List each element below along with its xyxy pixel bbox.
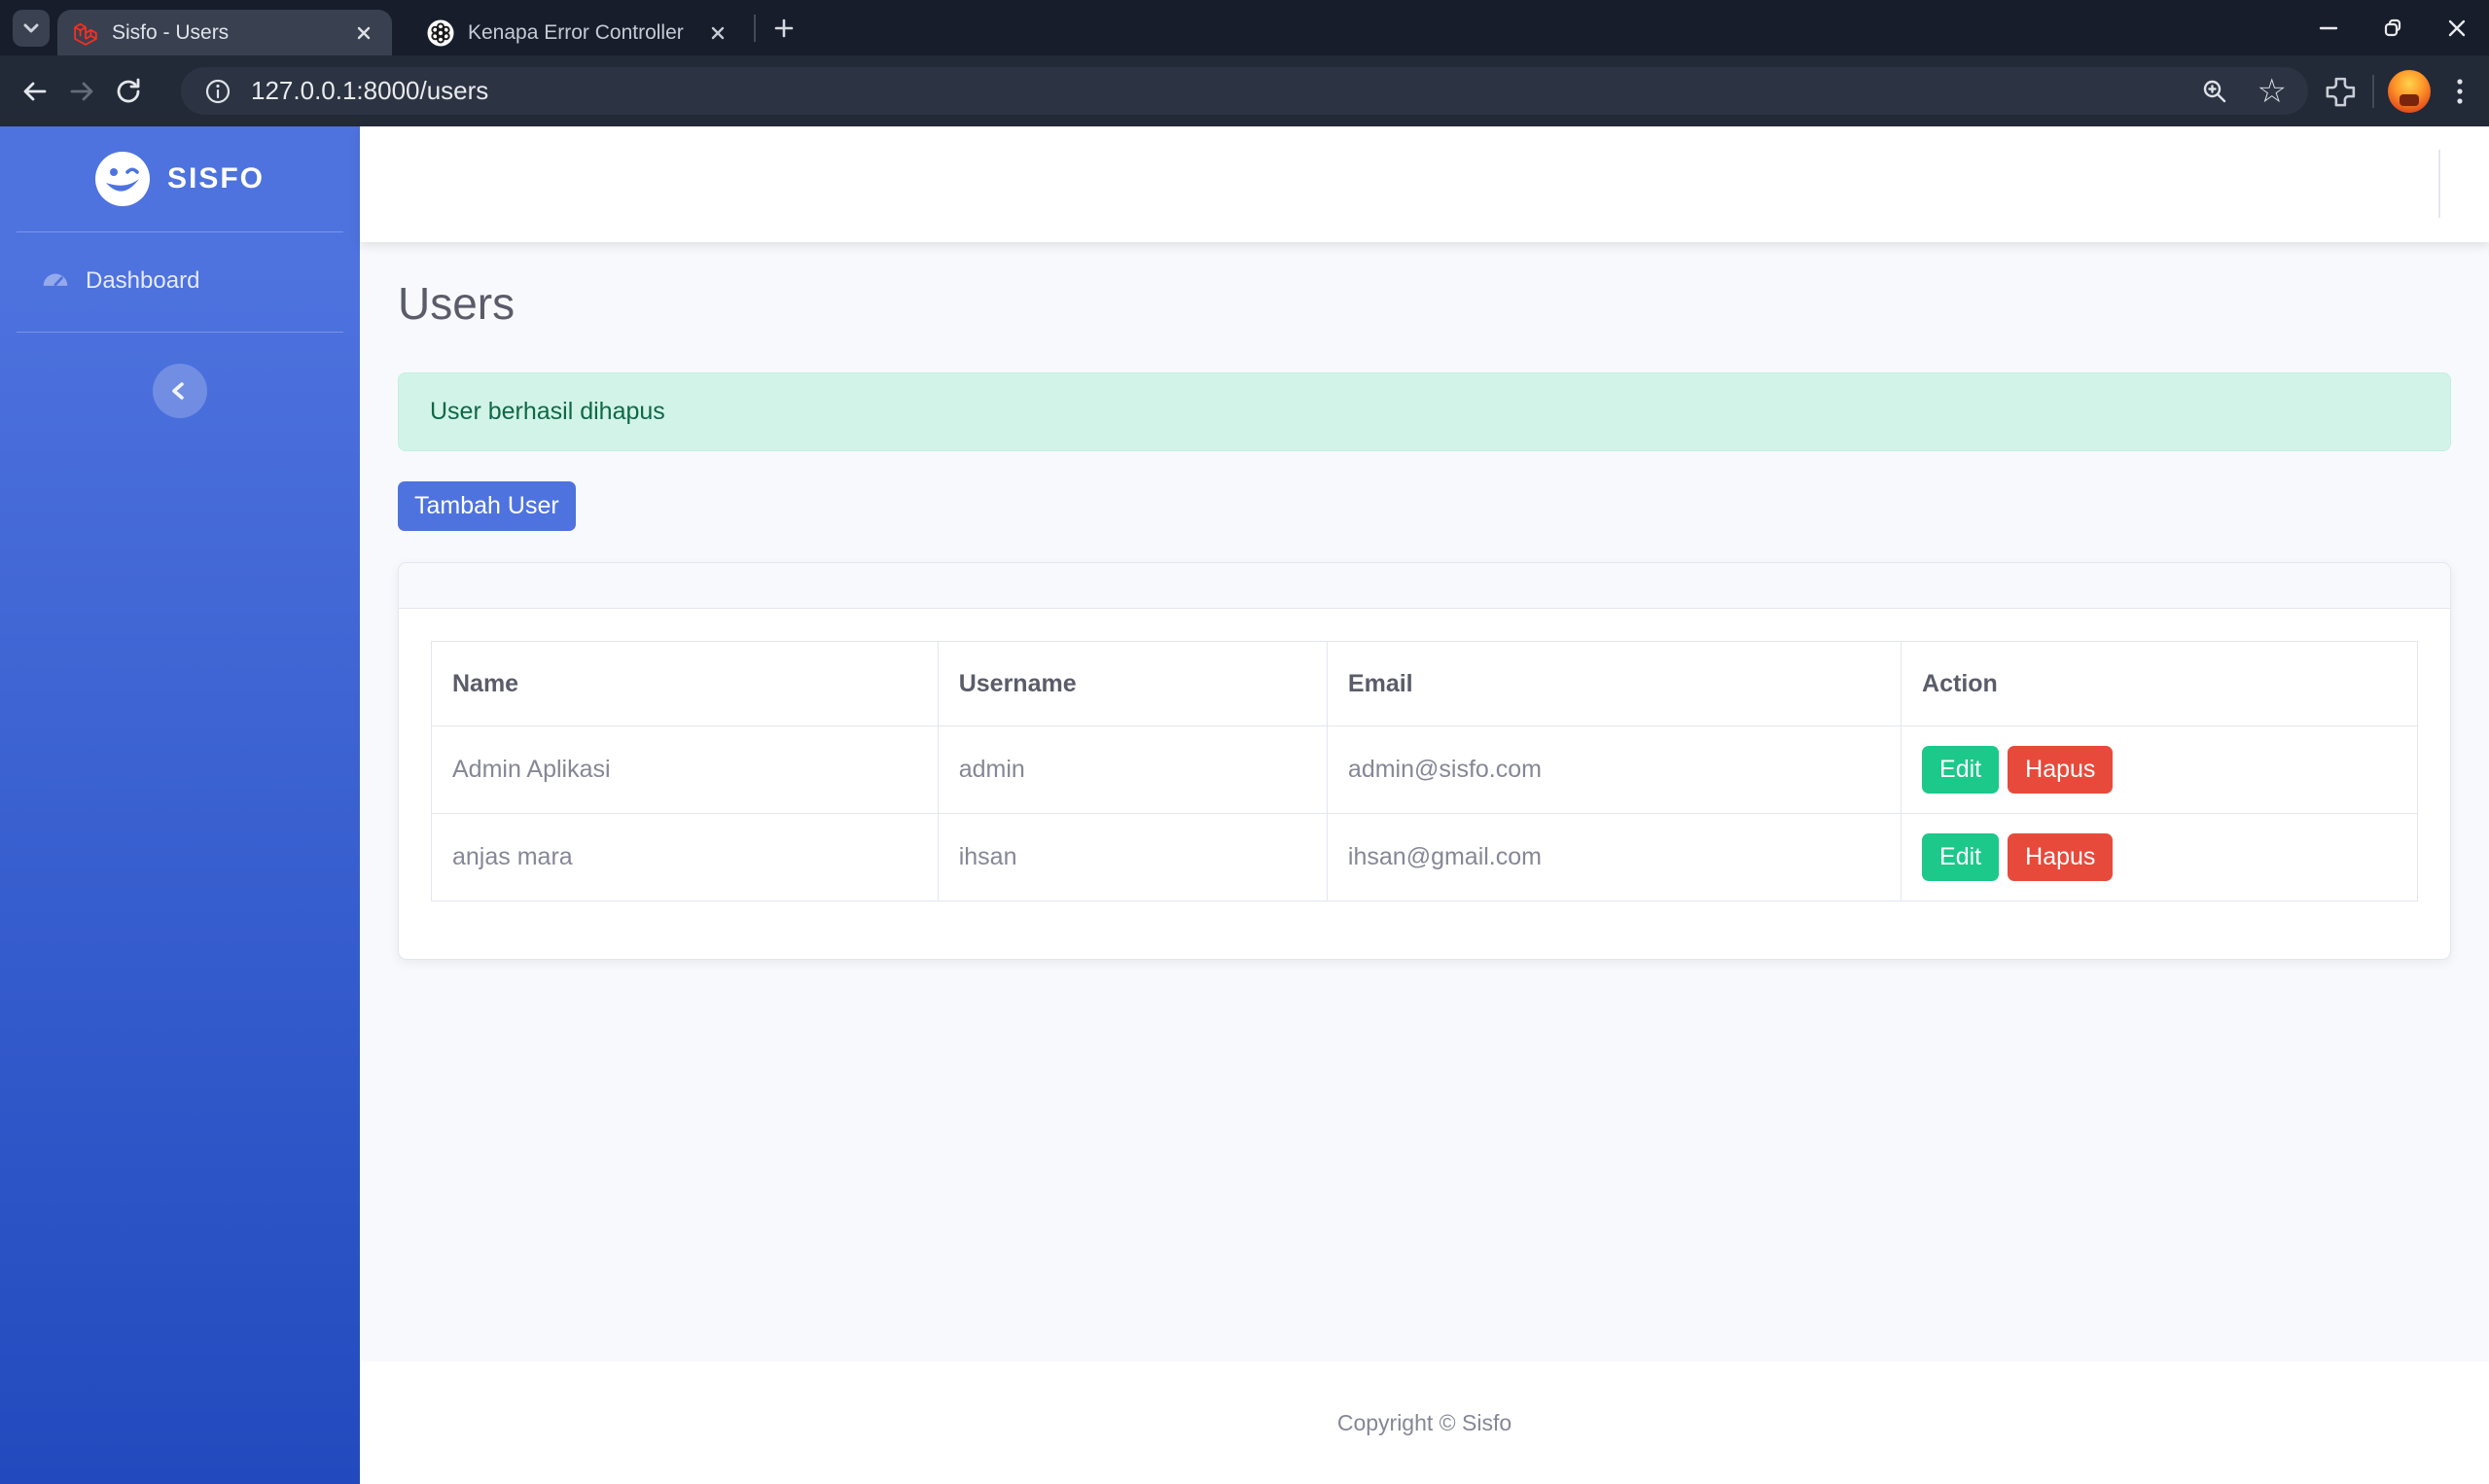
bookmark-star-icon[interactable]: ☆	[2258, 75, 2287, 108]
browser-toolbar: 127.0.0.1:8000/users ☆	[0, 55, 2489, 126]
cell-email: admin@sisfo.com	[1326, 725, 1902, 814]
tab-close-icon[interactable]	[703, 18, 732, 48]
laravel-favicon-icon	[73, 20, 98, 46]
avatar-detail	[2400, 93, 2419, 106]
page-footer: Copyright © Sisfo	[360, 1361, 2489, 1484]
window-controls	[2296, 0, 2489, 55]
address-bar[interactable]: 127.0.0.1:8000/users ☆	[181, 67, 2308, 115]
column-header-name: Name	[431, 641, 939, 726]
chevron-down-icon	[18, 15, 45, 42]
tab-search-button[interactable]	[13, 10, 50, 47]
cell-username: admin	[937, 725, 1328, 814]
sidebar-divider	[17, 332, 343, 333]
add-user-button[interactable]: Tambah User	[398, 481, 576, 531]
tab-sisfo-users[interactable]: Sisfo - Users	[57, 10, 392, 55]
table-header-row: Name Username Email Action	[431, 641, 2418, 726]
tab-close-icon[interactable]	[349, 18, 378, 48]
sidebar-item-dashboard[interactable]: Dashboard	[0, 252, 360, 310]
card-header	[399, 563, 2450, 609]
extensions-puzzle-icon[interactable]	[2324, 74, 2359, 109]
tab-title: Sisfo - Users	[112, 20, 230, 44]
restore-button[interactable]	[2361, 0, 2425, 55]
cell-username: ihsan	[937, 813, 1328, 901]
success-alert: User berhasil dihapus	[398, 372, 2451, 451]
column-header-action: Action	[1901, 641, 2418, 726]
tab-title: Kenapa Error Controller	[468, 20, 684, 44]
minimize-button[interactable]	[2296, 0, 2361, 55]
sidebar-item-label: Dashboard	[86, 267, 200, 294]
sidebar-brand[interactable]: SISFO	[0, 126, 360, 231]
tachometer-icon	[41, 266, 70, 296]
users-card: Name Username Email Action Admin Aplikas…	[398, 562, 2451, 960]
browser-menu-icon[interactable]	[2442, 70, 2477, 113]
cell-actions: Edit Hapus	[1901, 725, 2418, 814]
topbar-divider	[2438, 150, 2440, 218]
cell-email: ihsan@gmail.com	[1326, 813, 1902, 901]
app-body: SISFO Dashboard Users User berhasil diha…	[0, 126, 2489, 1484]
cell-name: anjas mara	[431, 813, 939, 901]
chevron-left-icon	[164, 375, 196, 406]
back-button[interactable]	[14, 70, 56, 113]
page-content: Users User berhasil dihapus Tambah User	[360, 242, 2489, 1361]
delete-button[interactable]: Hapus	[2008, 833, 2114, 881]
zoom-icon[interactable]	[2199, 76, 2230, 107]
site-info-icon[interactable]	[202, 76, 233, 107]
brand-name: SISFO	[166, 162, 265, 194]
topbar	[360, 126, 2489, 242]
browser-window: Sisfo - Users Kenapa Error Controller 12…	[0, 0, 2489, 1484]
tab-strip: Sisfo - Users Kenapa Error Controller	[0, 0, 2489, 55]
copyright-text: Copyright © Sisfo	[1336, 1409, 1512, 1435]
table-row: Admin Aplikasi admin admin@sisfo.com Edi…	[431, 725, 2418, 814]
sidebar-divider	[17, 231, 343, 232]
cell-actions: Edit Hapus	[1901, 813, 2418, 901]
sidebar: SISFO Dashboard	[0, 126, 360, 1484]
new-tab-button[interactable]	[765, 10, 802, 47]
openai-favicon-icon	[427, 19, 454, 47]
column-header-username: Username	[937, 641, 1328, 726]
reload-button[interactable]	[107, 70, 150, 113]
table-row: anjas mara ihsan ihsan@gmail.com Edit Hap…	[431, 813, 2418, 901]
tab-separator	[754, 15, 756, 42]
sidebar-collapse-button[interactable]	[153, 364, 207, 418]
card-body: Name Username Email Action Admin Aplikas…	[399, 609, 2450, 959]
delete-button[interactable]: Hapus	[2008, 746, 2114, 794]
toolbar-right	[2324, 69, 2477, 113]
column-header-email: Email	[1326, 641, 1902, 726]
profile-avatar[interactable]	[2388, 69, 2431, 113]
tab-kenapa-error-controller[interactable]: Kenapa Error Controller	[411, 10, 746, 55]
users-table: Name Username Email Action Admin Aplikas…	[431, 641, 2418, 901]
edit-button[interactable]: Edit	[1922, 833, 2000, 881]
toolbar-divider	[2372, 74, 2374, 108]
main-column: Users User berhasil dihapus Tambah User	[360, 126, 2489, 1484]
forward-button[interactable]	[60, 70, 103, 113]
close-window-button[interactable]	[2425, 0, 2489, 55]
cell-name: Admin Aplikasi	[431, 725, 939, 814]
url-text: 127.0.0.1:8000/users	[251, 76, 489, 105]
page-title: Users	[398, 278, 516, 329]
laugh-wink-logo-icon	[94, 152, 150, 206]
edit-button[interactable]: Edit	[1922, 746, 2000, 794]
